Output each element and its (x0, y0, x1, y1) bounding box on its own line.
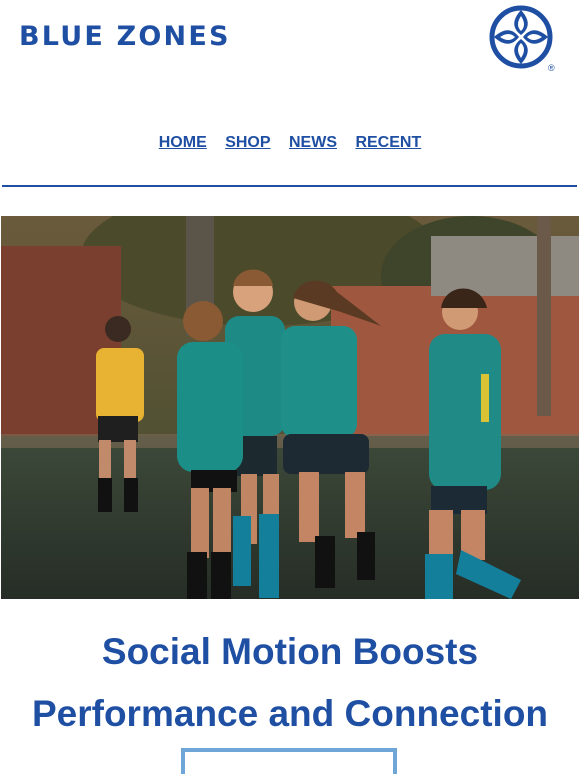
hero-illustration (1, 216, 579, 599)
headline-line-2: Performance and Connection (31, 693, 549, 734)
read-more-button[interactable] (181, 748, 397, 774)
brand-wordmark[interactable]: BLUE ZONES (19, 22, 231, 52)
main-nav: HOME SHOP NEWS RECENT (0, 134, 580, 152)
header-divider (2, 185, 577, 187)
nav-shop-link[interactable]: SHOP (225, 134, 270, 151)
nav-recent-link[interactable]: RECENT (355, 134, 421, 151)
blue-zones-emblem-icon[interactable]: ® (486, 2, 556, 72)
soccer-team-celebration-photo[interactable] (1, 216, 579, 599)
header: BLUE ZONES ® (0, 0, 580, 100)
headline-line-1: Social Motion Boosts (101, 631, 479, 672)
registered-mark: ® (548, 63, 555, 72)
email-page: BLUE ZONES ® HOME SHOP NEWS RECENT Socia… (0, 0, 580, 774)
nav-news-link[interactable]: NEWS (289, 134, 337, 151)
nav-home-link[interactable]: HOME (159, 134, 207, 151)
article-headline: Social Motion Boosts Performance and Con… (0, 621, 580, 745)
